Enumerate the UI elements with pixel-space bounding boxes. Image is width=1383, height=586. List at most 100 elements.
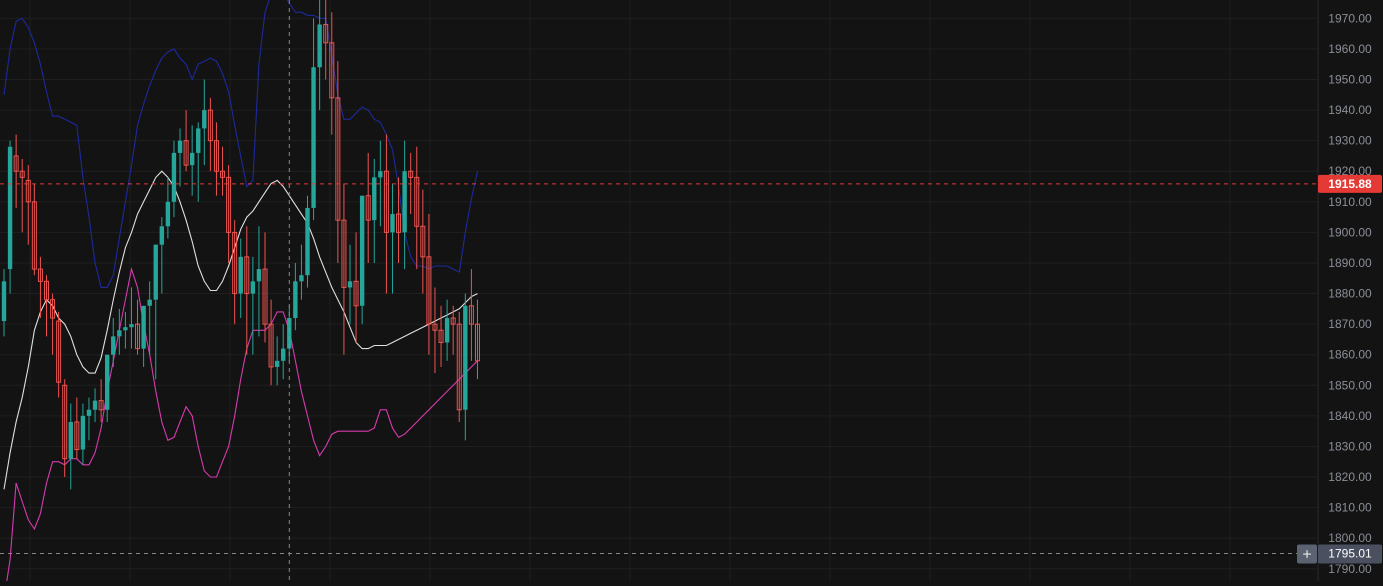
price-axis[interactable]: 1970.001960.001950.001940.001930.001920.…	[1317, 0, 1383, 581]
candle-body	[238, 256, 243, 294]
crosshair-price-tag: + 1795.01	[1297, 544, 1382, 564]
candle	[281, 324, 286, 380]
y-tick-label: 1820.00	[1328, 470, 1372, 484]
candle-body	[7, 146, 13, 270]
candle	[438, 305, 444, 367]
candle	[256, 226, 262, 337]
candle	[299, 244, 304, 300]
y-tick-label: 1960.00	[1328, 42, 1372, 56]
candle-body	[153, 244, 158, 300]
candle	[359, 195, 365, 325]
candle-body	[165, 201, 171, 227]
candle	[202, 79, 207, 166]
candle	[43, 275, 49, 337]
candle-body	[359, 195, 365, 306]
y-tick-label: 1870.00	[1328, 317, 1372, 331]
candle-body	[1, 281, 7, 322]
candle	[444, 299, 450, 361]
candle	[463, 293, 468, 441]
candle	[372, 159, 377, 263]
candle	[189, 125, 195, 196]
crosshair	[0, 0, 1318, 581]
candle	[353, 232, 359, 343]
candle-body	[196, 128, 201, 153]
candle-body	[293, 281, 298, 319]
y-tick-label: 1930.00	[1328, 134, 1372, 148]
candle-body	[378, 171, 383, 178]
candle-body	[92, 400, 98, 410]
candle-body	[123, 327, 128, 331]
candle-body	[117, 330, 122, 337]
candle	[347, 244, 353, 325]
candle	[31, 183, 37, 276]
candle-body	[347, 281, 353, 288]
candle	[232, 220, 238, 325]
y-tick-label: 1940.00	[1328, 103, 1372, 117]
y-tick-label: 1860.00	[1328, 348, 1372, 362]
y-tick-label: 1830.00	[1328, 439, 1372, 453]
candle-body	[256, 269, 262, 282]
candle	[268, 299, 274, 386]
candlestick-chart[interactable]: 1970.00 1960.00 1950.00 1940.00 1930.00 1920.…	[0, 0, 1383, 586]
candle	[365, 152, 371, 263]
candle-body	[311, 67, 316, 208]
candle	[414, 146, 420, 270]
y-tick-label: 1890.00	[1328, 256, 1372, 270]
candle	[165, 177, 171, 239]
candle-body	[390, 214, 395, 233]
candle	[390, 183, 395, 294]
y-tick-label: 1800.00	[1328, 531, 1372, 545]
y-tick-label: 1970.00	[1328, 11, 1372, 25]
candle	[147, 281, 152, 355]
candle	[468, 269, 474, 361]
candle	[153, 244, 158, 380]
candle	[141, 305, 146, 367]
candle	[293, 262, 298, 331]
candle-body	[402, 171, 407, 233]
current-price-tag: 1915.88	[1318, 174, 1382, 193]
candle	[305, 195, 310, 288]
candle	[213, 122, 219, 196]
candle-body	[177, 140, 183, 153]
candle	[323, 0, 329, 80]
y-tick-label: 1840.00	[1328, 409, 1372, 423]
candle-body	[250, 281, 256, 294]
candle	[341, 183, 347, 355]
y-tick-label: 1950.00	[1328, 73, 1372, 87]
candle-body	[104, 354, 110, 410]
candle-body	[141, 305, 146, 349]
candle-body	[274, 360, 280, 367]
candle	[117, 308, 122, 355]
chart-canvas[interactable]: 1970.001960.001950.001940.001930.001920.…	[0, 0, 1383, 586]
candle	[317, 0, 322, 111]
candle-body	[281, 348, 286, 361]
y-tick-label: 1790.00	[1328, 562, 1372, 576]
candle	[183, 110, 189, 172]
candle	[19, 159, 25, 233]
candle	[474, 299, 480, 380]
candle	[238, 238, 243, 319]
candle-body	[129, 324, 134, 328]
current-price-label: 1915.88	[1328, 177, 1372, 191]
candle	[396, 177, 402, 263]
candle	[68, 403, 73, 490]
candle	[207, 97, 213, 172]
candle	[159, 217, 165, 294]
grid-lines	[0, 0, 1318, 581]
candle-body	[111, 336, 116, 355]
candle-body	[147, 299, 152, 306]
candle	[262, 232, 268, 343]
y-tick-label: 1850.00	[1328, 378, 1372, 392]
candle-body	[189, 152, 195, 166]
candle	[7, 140, 13, 294]
candle	[383, 134, 389, 294]
candle-body	[444, 318, 450, 343]
candle	[244, 226, 250, 355]
plus-icon: +	[1302, 546, 1311, 563]
y-tick-label: 1910.00	[1328, 195, 1372, 209]
candle-body	[463, 305, 468, 410]
candle	[250, 256, 256, 355]
candle	[74, 397, 80, 459]
candle-body	[68, 421, 73, 459]
candle	[420, 189, 426, 294]
